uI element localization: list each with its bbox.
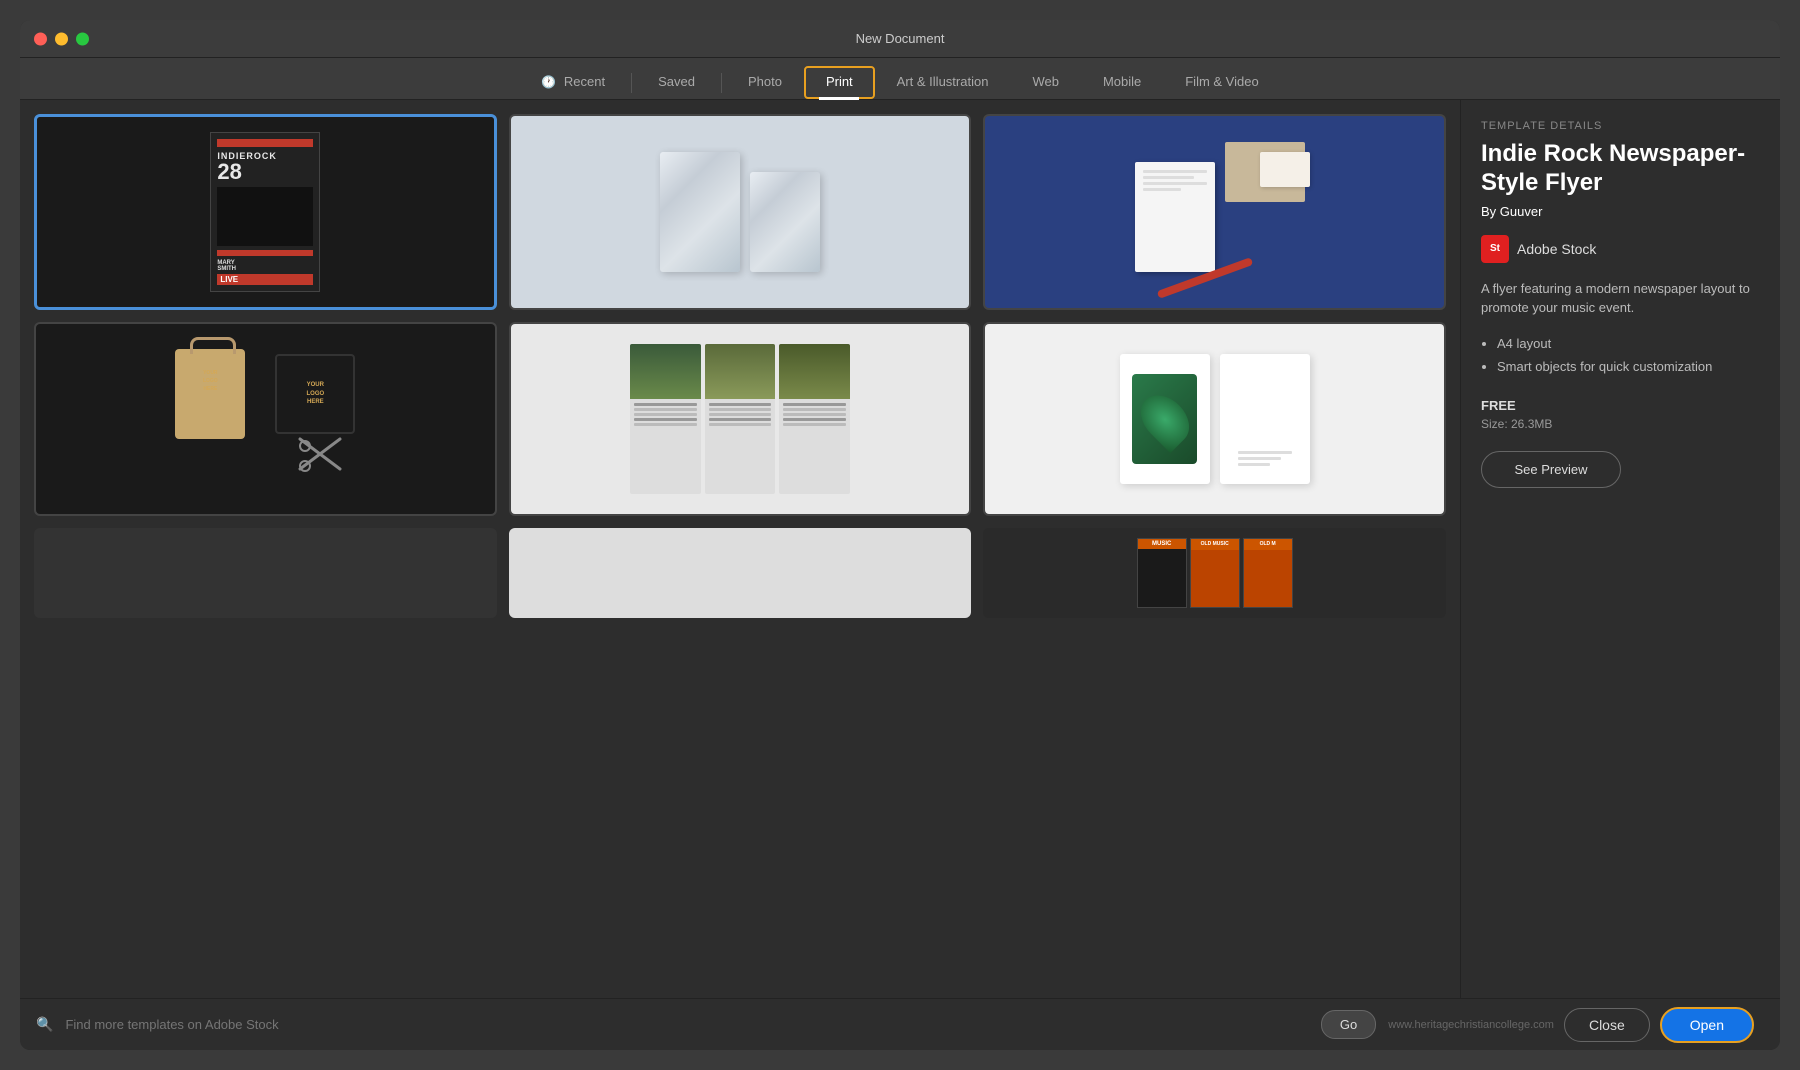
template-info-stationery: Stationery Branding Scene Mock... FREE: [985, 308, 1444, 310]
retail-shirt: YOURLOGOHERE: [275, 354, 355, 434]
indie-poster-visual: INDIEROCK 28 MARYSMITH LIVE: [210, 132, 320, 292]
see-preview-button[interactable]: See Preview: [1481, 451, 1621, 488]
template-info-indie: Indie Rock Newspaper-Style Flyer FREE: [37, 307, 494, 310]
titlebar: New Document: [20, 20, 1780, 58]
tab-photo[interactable]: Photo: [726, 66, 804, 99]
bullet-1: A4 layout: [1497, 332, 1760, 355]
template-thumb-stationery: [985, 116, 1444, 308]
template-card-retail[interactable]: YOURLOGOHERE YOURLOGOHERE: [34, 322, 497, 516]
flamingo-card-2: [1220, 354, 1310, 484]
adobe-stock-icon: St: [1481, 235, 1509, 263]
template-card-trifold[interactable]: Tri-Fold Brochure FREE: [509, 322, 972, 516]
bottom-actions: www.heritagechristiancollege.com Close O…: [1388, 1007, 1764, 1043]
details-panel: TEMPLATE DETAILS Indie Rock Newspaper-St…: [1460, 100, 1780, 998]
template-thumb-retail: YOURLOGOHERE YOURLOGOHERE: [36, 324, 495, 514]
template-info-retail: Retail Branding Scene Mockup FREE: [36, 514, 495, 516]
template-grid-section: INDIEROCK 28 MARYSMITH LIVE Indie Rock N…: [20, 100, 1460, 998]
retail-visual: YOURLOGOHERE YOURLOGOHERE: [165, 339, 365, 499]
trifold-panel-3: [779, 344, 850, 494]
source-name: Adobe Stock: [1517, 241, 1596, 257]
search-icon: 🔍: [36, 1016, 53, 1033]
go-button[interactable]: Go: [1321, 1010, 1376, 1039]
close-window-btn[interactable]: [34, 32, 47, 45]
window-controls: [34, 32, 89, 45]
tab-art[interactable]: Art & Illustration: [875, 66, 1011, 99]
bottom-bar: 🔍 Go www.heritagechristiancollege.com Cl…: [20, 998, 1780, 1050]
details-size: Size: 26.3MB: [1481, 417, 1760, 431]
template-thumb-flamingo: [985, 324, 1444, 514]
tab-film[interactable]: Film & Video: [1163, 66, 1280, 99]
template-card-marble[interactable]: Marbled Business Card FREE: [509, 114, 972, 310]
retail-scissors: [295, 434, 345, 484]
flamingo-card-1: [1120, 354, 1210, 484]
template-info-flamingo: Flamingo Business Card FREE: [985, 514, 1444, 516]
marble-card-back: [660, 152, 740, 272]
stationery-card: [1260, 152, 1310, 187]
partial-card-1[interactable]: [34, 528, 497, 618]
bottom-url: www.heritagechristiancollege.com: [1388, 1019, 1554, 1031]
details-title: Indie Rock Newspaper-Style Flyer: [1481, 140, 1760, 198]
close-button[interactable]: Close: [1564, 1008, 1650, 1042]
template-thumb-marble: [511, 116, 970, 308]
template-card-indie[interactable]: INDIEROCK 28 MARYSMITH LIVE Indie Rock N…: [34, 114, 497, 310]
stationery-paper: [1135, 162, 1215, 272]
trifold-panel-2: [705, 344, 776, 494]
retail-bag: YOURLOGOHERE: [175, 349, 245, 439]
tab-web[interactable]: Web: [1010, 66, 1081, 99]
bullet-2: Smart objects for quick customization: [1497, 355, 1760, 378]
new-document-dialog: New Document 🕐 Recent Saved Photo Print …: [20, 20, 1780, 1050]
main-content: INDIEROCK 28 MARYSMITH LIVE Indie Rock N…: [20, 100, 1780, 998]
template-info-marble: Marbled Business Card FREE: [511, 308, 970, 310]
partial-card-3[interactable]: MUSIC OLD MUSIC OLD M: [983, 528, 1446, 618]
template-card-flamingo[interactable]: Flamingo Business Card FREE: [983, 322, 1446, 516]
flamingo-visual: [1120, 354, 1310, 484]
details-section-label: TEMPLATE DETAILS: [1481, 120, 1760, 132]
template-info-trifold: Tri-Fold Brochure FREE: [511, 514, 970, 516]
template-thumb-trifold: [511, 324, 970, 514]
partial-card-2[interactable]: [509, 528, 972, 618]
maximize-window-btn[interactable]: [76, 32, 89, 45]
trifold-panel-1: [630, 344, 701, 494]
tab-print[interactable]: Print: [804, 66, 875, 99]
tab-separator-1: [631, 73, 632, 93]
clock-icon: 🕐: [541, 75, 556, 89]
tab-recent[interactable]: 🕐 Recent: [519, 66, 627, 99]
minimize-window-btn[interactable]: [55, 32, 68, 45]
details-bullets: A4 layout Smart objects for quick custom…: [1481, 332, 1760, 379]
window-title: New Document: [856, 31, 945, 46]
tab-mobile[interactable]: Mobile: [1081, 66, 1163, 99]
stationery-visual: [1115, 132, 1315, 292]
template-thumb-indie: INDIEROCK 28 MARYSMITH LIVE: [37, 117, 494, 307]
partial-row: MUSIC OLD MUSIC OLD M: [34, 528, 1446, 618]
details-author: By Guuver: [1481, 204, 1760, 219]
open-button[interactable]: Open: [1660, 1007, 1754, 1043]
tab-separator-2: [721, 73, 722, 93]
search-input[interactable]: [65, 1017, 1308, 1032]
tabs-bar: 🕐 Recent Saved Photo Print Art & Illustr…: [20, 58, 1780, 100]
details-source: St Adobe Stock: [1481, 235, 1760, 263]
tab-saved[interactable]: Saved: [636, 66, 717, 99]
details-description: A flyer featuring a modern newspaper lay…: [1481, 279, 1760, 318]
trifold-visual: [630, 344, 850, 494]
details-price: FREE: [1481, 398, 1760, 413]
template-card-stationery[interactable]: Stationery Branding Scene Mock... FREE: [983, 114, 1446, 310]
marble-card-front: [750, 172, 820, 272]
templates-grid: INDIEROCK 28 MARYSMITH LIVE Indie Rock N…: [34, 114, 1446, 516]
